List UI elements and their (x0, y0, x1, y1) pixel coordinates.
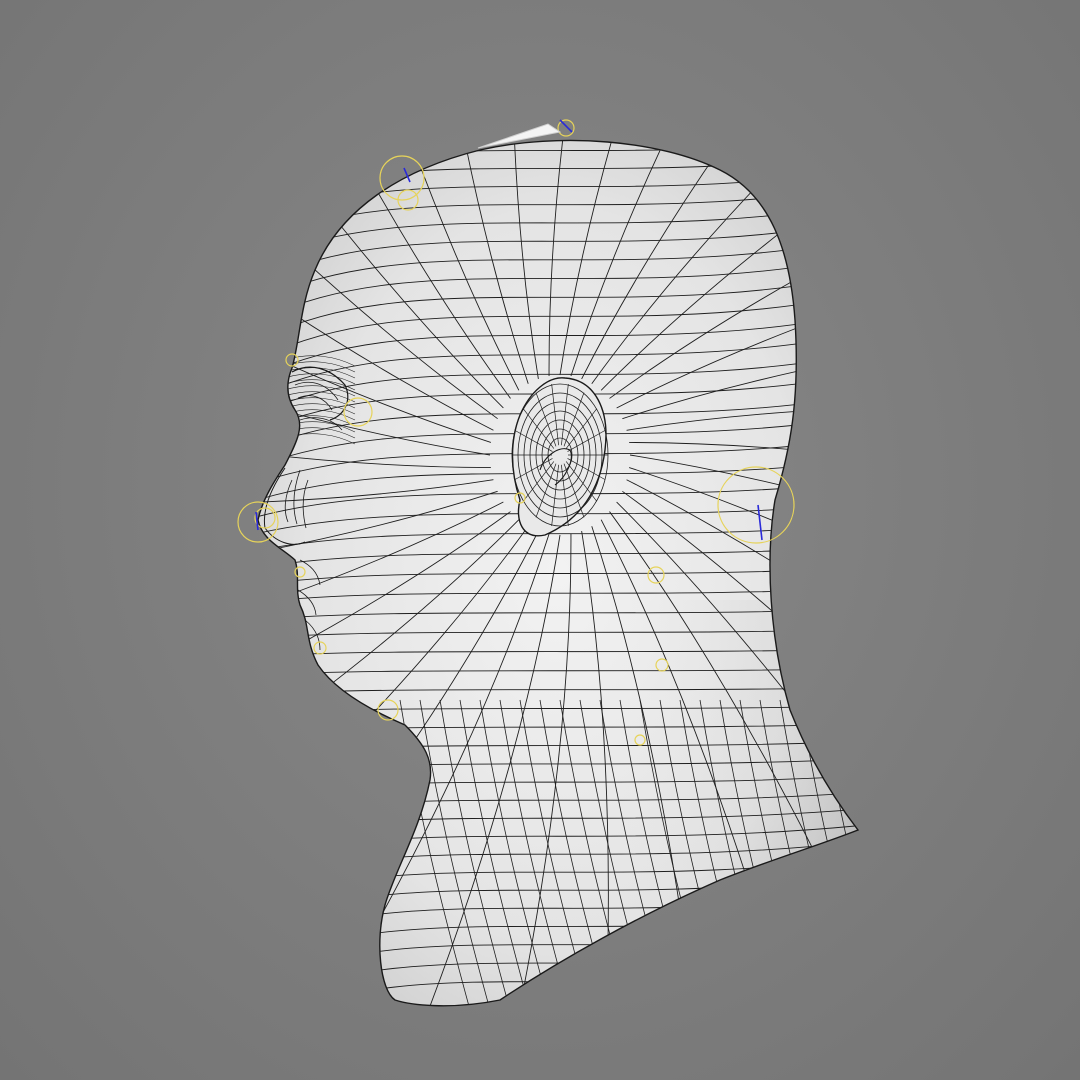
transform-axis-line (255, 511, 259, 531)
neck-shadow (600, 600, 858, 1006)
wire-edge-row (258, 951, 858, 1006)
rig-control-circle[interactable] (557, 119, 575, 137)
viewport-scene[interactable] (0, 0, 1080, 1080)
wire-edge-neck (799, 699, 858, 1006)
3d-viewport[interactable] (0, 0, 1080, 1080)
wire-edge-neck (819, 699, 858, 1006)
